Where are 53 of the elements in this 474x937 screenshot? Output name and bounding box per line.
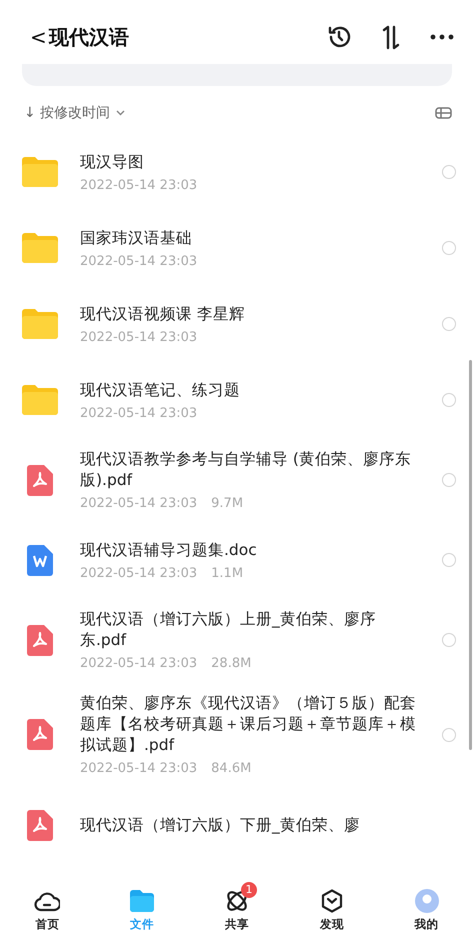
- file-size: 9.7M: [211, 496, 244, 511]
- select-radio[interactable]: [442, 165, 456, 179]
- modified-date: 2022-05-14 23:03: [80, 761, 198, 776]
- pdf-file-icon: [27, 624, 53, 656]
- nav-tab[interactable]: 首页: [17, 881, 78, 935]
- file-size: 84.6M: [211, 761, 252, 776]
- more-icon[interactable]: [430, 34, 454, 40]
- select-radio[interactable]: [442, 317, 456, 331]
- file-name[interactable]: 现代汉语视频课 李星辉: [80, 304, 420, 324]
- history-icon[interactable]: [326, 24, 352, 50]
- modified-date: 2022-05-14 23:03: [80, 178, 198, 192]
- word-file-icon: [27, 544, 53, 576]
- select-radio[interactable]: [442, 393, 456, 407]
- modified-date: 2022-05-14 23:03: [80, 254, 198, 268]
- file-name[interactable]: 现代汉语教学参考与自学辅导 (黄伯荣、廖序东版).pdf: [80, 449, 420, 491]
- file-name[interactable]: 现代汉语（增订六版）下册_黄伯荣、廖: [80, 814, 456, 836]
- file-size: 1.1M: [211, 566, 244, 580]
- nav-tab[interactable]: 1 共享: [206, 881, 267, 935]
- pdf-file-icon: [27, 810, 53, 840]
- file-name[interactable]: 现代汉语（增订六版）上册_黄伯荣、廖序东.pdf: [80, 609, 420, 651]
- select-radio[interactable]: [442, 241, 456, 255]
- folder-icon: [22, 309, 58, 339]
- notification-badge: 1: [240, 882, 257, 898]
- select-radio[interactable]: [442, 473, 456, 487]
- folder-icon: [130, 890, 154, 912]
- avatar-icon: [414, 889, 439, 913]
- caret-icon: [116, 110, 126, 116]
- modified-date: 2022-05-14 23:03: [80, 656, 198, 671]
- hexagon-icon: [320, 889, 343, 913]
- view-toggle-icon[interactable]: [435, 107, 452, 119]
- modified-date: 2022-05-14 23:03: [80, 566, 198, 580]
- file-name[interactable]: 现代汉语笔记、练习题: [80, 380, 420, 400]
- folder-icon: [22, 385, 58, 415]
- modified-date: 2022-05-14 23:03: [80, 406, 198, 420]
- file-name[interactable]: 国家玮汉语基础: [80, 228, 420, 248]
- folder-icon: [22, 157, 58, 187]
- select-radio[interactable]: [442, 728, 456, 742]
- file-name[interactable]: 现代汉语辅导习题集.doc: [80, 540, 420, 560]
- nav-tab[interactable]: 我的: [396, 881, 457, 935]
- file-name[interactable]: 现汉导图: [80, 152, 420, 172]
- pdf-file-icon: [27, 719, 53, 750]
- file-name[interactable]: 黄伯荣、廖序东《现代汉语》（增订５版）配套题库【名校考研真题＋课后习题＋章节题库＋模拟试题】.pdf: [80, 693, 420, 756]
- nav-tab[interactable]: 发现: [302, 881, 362, 935]
- modified-date: 2022-05-14 23:03: [80, 330, 198, 344]
- file-size: 28.8M: [211, 656, 252, 671]
- select-radio[interactable]: [442, 553, 456, 567]
- pdf-file-icon: [27, 464, 53, 496]
- modified-date: 2022-05-14 23:03: [80, 496, 198, 511]
- folder-icon: [22, 233, 58, 263]
- sort-button[interactable]: ↓ 按修改时间: [24, 104, 126, 122]
- select-radio[interactable]: [442, 633, 456, 647]
- cloud-icon: [34, 890, 60, 912]
- back-title[interactable]: <现代汉语: [30, 24, 129, 50]
